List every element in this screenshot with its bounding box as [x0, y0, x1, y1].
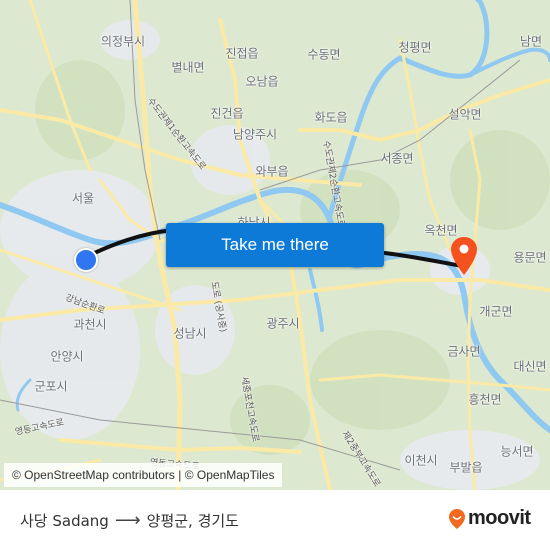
- place-label: 안양시: [50, 349, 84, 364]
- place-label: 화도읍: [314, 110, 348, 125]
- place-label: 성남시: [173, 326, 207, 341]
- place-label: 서울: [71, 191, 95, 206]
- place-label: 서종면: [380, 151, 414, 166]
- place-label: 청평면: [398, 40, 432, 55]
- take-me-there-button[interactable]: Take me there: [166, 223, 384, 267]
- place-label: 과천시: [73, 317, 107, 332]
- moovit-wordmark: moovit: [468, 507, 531, 529]
- place-label: 이천시: [404, 453, 438, 468]
- place-label: 와부읍: [255, 164, 289, 179]
- map-attribution[interactable]: © OpenStreetMap contributors | © OpenMap…: [4, 463, 283, 487]
- arrow-right-icon: ⟶: [114, 510, 141, 531]
- place-label: 진접읍: [225, 46, 259, 61]
- place-label: 군포시: [34, 379, 68, 394]
- place-label: 남면: [519, 34, 543, 49]
- place-label: 오남읍: [245, 74, 279, 89]
- place-label: 진건읍: [210, 106, 244, 121]
- place-label: 광주시: [266, 316, 300, 331]
- destination-pin-icon[interactable]: [450, 236, 478, 276]
- place-label: 수동면: [307, 47, 341, 62]
- footer-bar: 사당 Sadang ⟶ 양평군, 경기도 moovit: [0, 490, 550, 550]
- route-summary: 사당 Sadang ⟶ 양평군, 경기도: [20, 510, 239, 531]
- destination-name: 양평군, 경기도: [146, 512, 239, 530]
- place-label: 금사면: [447, 344, 481, 359]
- place-label: 설악면: [448, 107, 482, 122]
- place-label: 능서면: [500, 444, 534, 459]
- place-label: 남양주시: [232, 127, 278, 142]
- origin-name: 사당 Sadang: [20, 512, 109, 530]
- place-label: 개군면: [479, 304, 513, 319]
- place-label: 대신면: [513, 359, 547, 374]
- moovit-pin-icon: [449, 508, 465, 529]
- origin-marker[interactable]: [74, 248, 98, 272]
- place-label: 의정부시: [100, 34, 146, 49]
- place-label: 부발읍: [449, 460, 483, 475]
- moovit-logo: moovit: [448, 507, 531, 530]
- place-label: 별내면: [171, 60, 205, 75]
- place-label: 흥천면: [468, 392, 502, 407]
- map-view[interactable]: 의정부시별내면 진접읍오남읍진건읍남양주시와부읍 수동면 청평면 남면화도읍 설악면서종면…: [0, 0, 550, 490]
- place-label: 용문면: [513, 250, 547, 265]
